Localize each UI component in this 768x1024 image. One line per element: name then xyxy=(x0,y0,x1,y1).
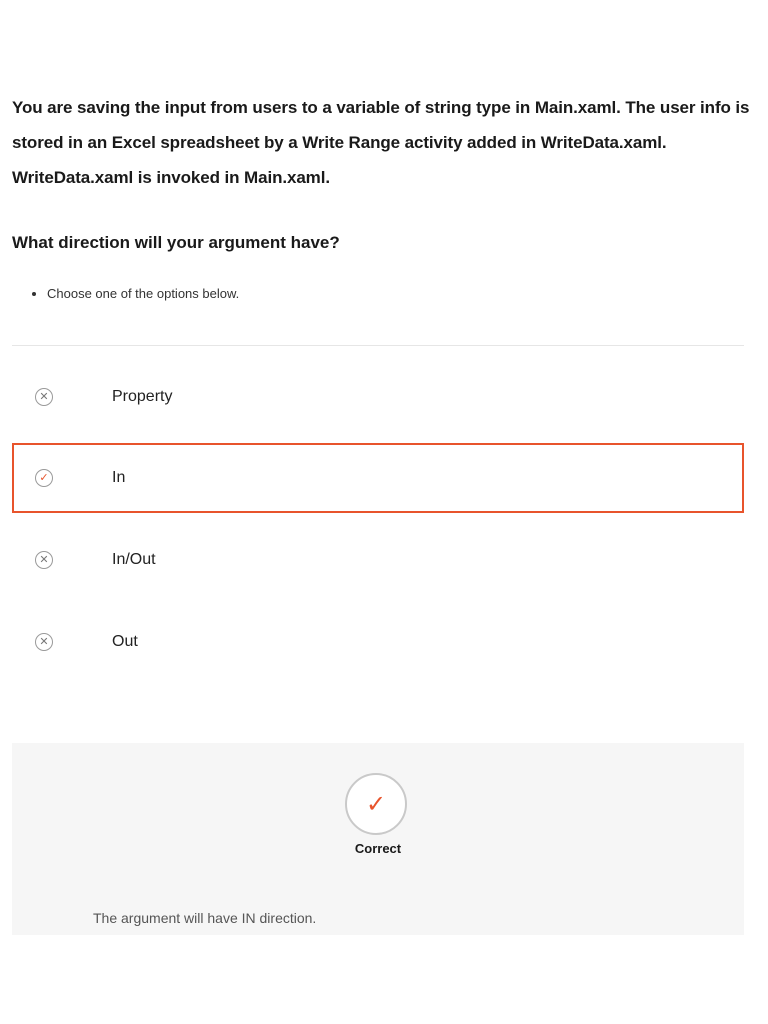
question-text: You are saving the input from users to a… xyxy=(12,98,750,187)
check-icon: ✓ xyxy=(345,773,407,835)
option-out[interactable]: ✕ Out xyxy=(12,607,744,677)
option-label: In xyxy=(112,469,126,486)
option-in-out[interactable]: ✕ In/Out xyxy=(12,525,744,595)
option-label: In/Out xyxy=(112,551,156,568)
feedback-status: Correct xyxy=(354,841,402,856)
question-prompt: What direction will your argument have? xyxy=(12,233,340,252)
instruction-item: Choose one of the options below. xyxy=(47,286,239,301)
feedback-explanation: The argument will have IN direction. xyxy=(93,910,317,926)
feedback-panel: ✓ Correct The argument will have IN dire… xyxy=(12,743,744,935)
check-circle-icon: ✓ xyxy=(35,469,53,487)
option-label: Out xyxy=(112,633,138,650)
quiz-page: You are saving the input from users to a… xyxy=(0,0,768,1024)
instructions-list: Choose one of the options below. xyxy=(27,286,239,301)
divider xyxy=(12,345,744,346)
x-circle-icon: ✕ xyxy=(35,388,53,406)
option-in[interactable]: ✓ In xyxy=(12,443,744,513)
x-circle-icon: ✕ xyxy=(35,633,53,651)
x-circle-icon: ✕ xyxy=(35,551,53,569)
option-property[interactable]: ✕ Property xyxy=(12,362,744,432)
option-label: Property xyxy=(112,388,173,405)
